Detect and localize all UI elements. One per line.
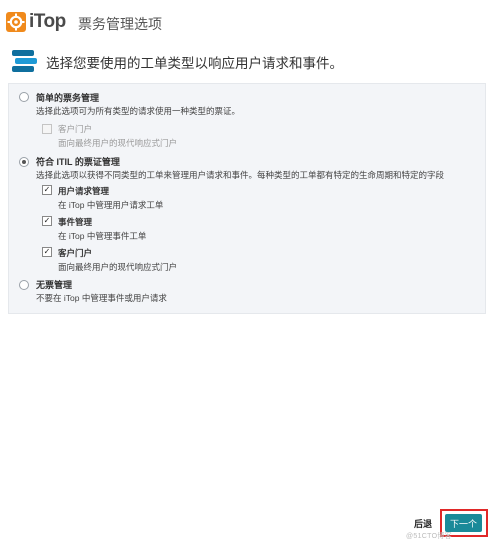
incident-checkbox[interactable]: ✓ xyxy=(42,216,52,226)
options-panel: 简单的票务管理 选择此选项可为所有类型的请求使用一种类型的票证。 客户门户 面向… xyxy=(8,83,486,314)
header: iTop 票务管理选项 xyxy=(0,0,500,40)
back-button[interactable]: 后退 xyxy=(414,517,432,530)
option-no-ticket-radio[interactable] xyxy=(19,280,29,290)
option-description: 选择此选项可为所有类型的请求使用一种类型的票证。 xyxy=(36,106,241,116)
customer-portal-checkbox-disabled[interactable] xyxy=(42,124,52,134)
logo-text: iTop xyxy=(29,11,66,32)
option-description: 选择此选项以获得不同类型的工单来管理用户请求和事件。每种类型的工单都有特定的生命… xyxy=(36,170,445,180)
option-title: 符合 ITIL 的票证管理 xyxy=(36,157,120,167)
sub-item-title: 用户请求管理 xyxy=(58,186,110,196)
next-button[interactable]: 下一个 xyxy=(445,514,482,532)
sub-item-description: 在 iTop 中管理用户请求工单 xyxy=(58,200,164,210)
sub-item-description: 面向最终用户的现代响应式门户 xyxy=(58,138,178,148)
sub-item-description: 在 iTop 中管理事件工单 xyxy=(58,231,147,241)
option-description: 不要在 iTop 中管理事件或用户请求 xyxy=(36,293,167,303)
user-request-checkbox[interactable]: ✓ xyxy=(42,185,52,195)
sub-item-description: 面向最终用户的现代响应式门户 xyxy=(58,262,178,272)
question-text: 选择您要使用的工单类型以响应用户请求和事件。 xyxy=(46,56,343,71)
watermark: @51CTO博客 xyxy=(406,533,452,540)
option-itil-ticket-radio[interactable] xyxy=(19,157,29,167)
stacked-layers-icon xyxy=(12,50,37,72)
option-title: 无票管理 xyxy=(36,280,73,290)
option-simple-ticket-radio[interactable] xyxy=(19,92,29,102)
page-title: 票务管理选项 xyxy=(78,16,162,32)
itop-gear-logo-icon xyxy=(6,12,26,32)
option-simple-ticket[interactable]: 简单的票务管理 选择此选项可为所有类型的请求使用一种类型的票证。 客户门户 面向… xyxy=(9,84,485,150)
option-title: 简单的票务管理 xyxy=(36,93,100,103)
option-itil-ticket[interactable]: 符合 ITIL 的票证管理 选择此选项以获得不同类型的工单来管理用户请求和事件。… xyxy=(9,150,485,274)
itop-logo: iTop xyxy=(6,11,66,33)
option-no-ticket[interactable]: 无票管理 不要在 iTop 中管理事件或用户请求 xyxy=(9,274,485,312)
customer-portal-checkbox[interactable]: ✓ xyxy=(42,247,52,257)
sub-item-title: 事件管理 xyxy=(58,217,93,227)
sub-item-title: 客户门户 xyxy=(58,124,93,134)
sub-item-title: 客户门户 xyxy=(58,248,93,258)
question-row: 选择您要使用的工单类型以响应用户请求和事件。 xyxy=(0,44,500,80)
